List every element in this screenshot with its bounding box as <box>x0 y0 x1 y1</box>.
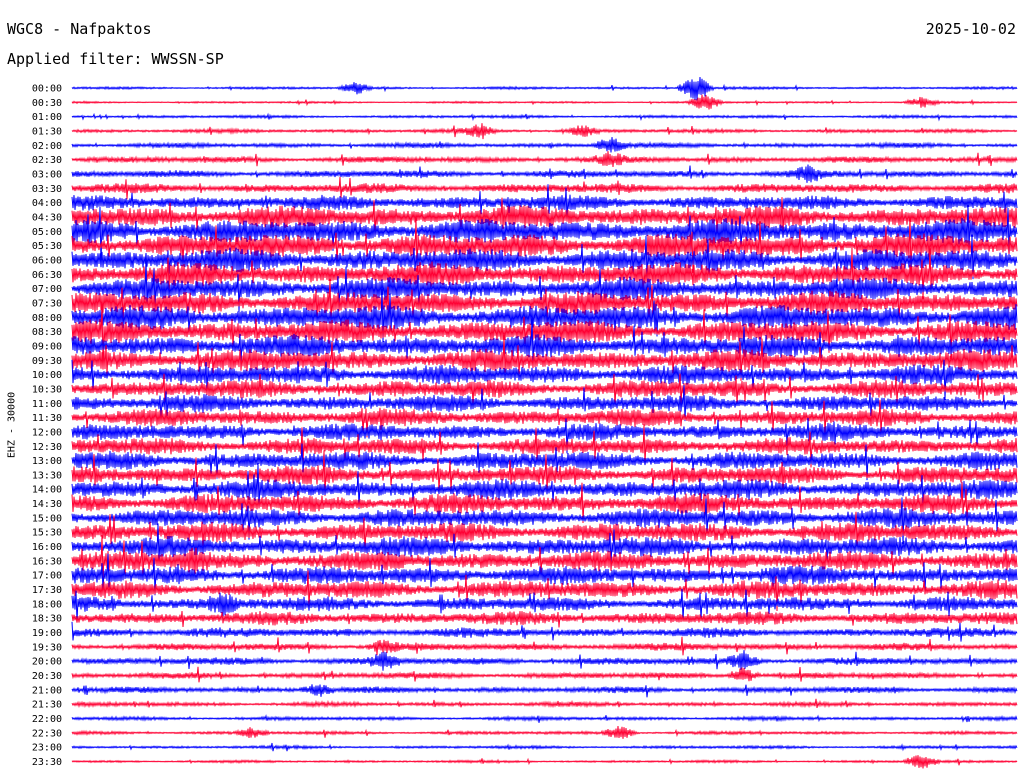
row-time-label: 04:00 <box>32 198 62 209</box>
row-time-label: 12:00 <box>32 427 62 438</box>
trace-row-2000 <box>71 650 1018 671</box>
row-time-label: 11:30 <box>32 413 62 424</box>
row-time-label: 06:30 <box>32 270 62 281</box>
row-time-label: 13:30 <box>32 470 62 481</box>
traces-group <box>71 76 1018 769</box>
row-time-label: 23:00 <box>32 743 62 754</box>
row-time-label: 03:30 <box>32 184 62 195</box>
row-time-label: 18:00 <box>32 599 62 610</box>
row-time-label: 18:30 <box>32 614 62 625</box>
row-time-label: 16:00 <box>32 542 62 553</box>
row-time-label: 00:30 <box>32 98 62 109</box>
row-time-label: 13:00 <box>32 456 62 467</box>
row-time-label: 07:00 <box>32 284 62 295</box>
trace-row-2030 <box>71 666 1018 683</box>
trace-row-0330 <box>71 176 1018 200</box>
trace-row-0230 <box>71 151 1018 168</box>
row-time-label: 09:00 <box>32 341 62 352</box>
row-time-label: 01:30 <box>32 126 62 137</box>
row-time-label: 10:00 <box>32 370 62 381</box>
row-time-label: 14:30 <box>32 499 62 510</box>
row-time-label: 07:30 <box>32 298 62 309</box>
row-time-label: 17:30 <box>32 585 62 596</box>
time-labels-group: 00:00 00:30 01:00 01:30 02:00 02:30 03:00 03:30… <box>32 84 62 769</box>
row-time-label: 14:00 <box>32 485 62 496</box>
trace-row-1830 <box>71 610 1018 628</box>
row-time-label: 02:00 <box>32 141 62 152</box>
row-time-label: 08:00 <box>32 313 62 324</box>
row-time-label: 04:30 <box>32 212 62 223</box>
row-time-label: 00:00 <box>32 84 62 95</box>
row-time-label: 06:00 <box>32 255 62 266</box>
trace-row-2130 <box>71 698 1018 709</box>
trace-row-0000 <box>71 76 1018 101</box>
row-time-label: 20:00 <box>32 657 62 668</box>
row-time-label: 15:30 <box>32 528 62 539</box>
trace-row-0200 <box>71 137 1018 153</box>
trace-row-2230 <box>71 726 1018 739</box>
row-time-label: 23:30 <box>32 757 62 768</box>
row-time-label: 01:00 <box>32 112 62 123</box>
trace-row-2200 <box>71 714 1018 723</box>
row-time-label: 10:30 <box>32 384 62 395</box>
trace-row-0300 <box>71 164 1018 183</box>
row-time-label: 22:00 <box>32 714 62 725</box>
row-time-label: 20:30 <box>32 671 62 682</box>
trace-row-0100 <box>71 112 1018 122</box>
row-time-label: 12:30 <box>32 442 62 453</box>
trace-row-2300 <box>71 742 1018 752</box>
row-time-label: 16:30 <box>32 556 62 567</box>
row-time-label: 19:00 <box>32 628 62 639</box>
row-time-label: 22:30 <box>32 728 62 739</box>
row-time-label: 05:30 <box>32 241 62 252</box>
row-time-label: 05:00 <box>32 227 62 238</box>
trace-row-1930 <box>71 636 1018 656</box>
row-time-label: 08:30 <box>32 327 62 338</box>
helicorder-plot: 00:00 00:30 01:00 01:30 02:00 02:30 03:00 03:30… <box>32 76 1018 769</box>
row-time-label: 09:30 <box>32 356 62 367</box>
trace-row-0030 <box>71 94 1018 110</box>
trace-row-2330 <box>71 755 1018 769</box>
row-time-label: 15:00 <box>32 513 62 524</box>
row-time-label: 21:00 <box>32 685 62 696</box>
row-time-label: 17:00 <box>32 571 62 582</box>
row-time-label: 03:00 <box>32 169 62 180</box>
row-time-label: 21:30 <box>32 700 62 711</box>
trace-row-0130 <box>71 123 1018 140</box>
row-time-label: 11:00 <box>32 399 62 410</box>
row-time-label: 02:30 <box>32 155 62 166</box>
trace-row-1900 <box>71 621 1018 642</box>
trace-row-2100 <box>71 684 1018 698</box>
row-time-label: 19:30 <box>32 642 62 653</box>
